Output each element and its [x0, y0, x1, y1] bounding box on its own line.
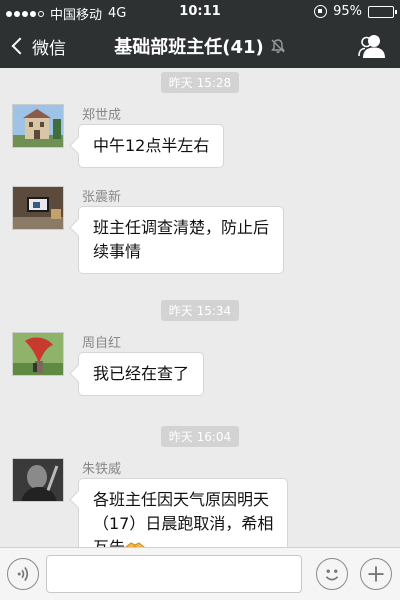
message-bubble[interactable]: 各班主任因天气原因明天 （17）日晨跑取消，希相 互告 [78, 478, 289, 547]
message-text-line: 班主任调查清楚，防止后 [93, 218, 270, 237]
avatar[interactable] [12, 186, 64, 230]
message-item: 周自红 我已经在查了 [12, 332, 392, 396]
message-text-fragment: 互告 [93, 538, 125, 547]
status-bar: 中国移动 4G 10:11 95% [0, 0, 400, 24]
chat-messages[interactable]: 昨天 15:28 郑世成 中午12点半左右 张震新 班主任调查清楚，防止后 续事… [0, 68, 400, 547]
message-item: 朱铁威 各班主任因天气原因明天 （17）日晨跑取消，希相 互告 [12, 458, 392, 547]
battery-icon [368, 5, 397, 18]
voice-icon[interactable] [7, 558, 39, 590]
timestamp-label: 昨天 15:28 [160, 72, 240, 93]
message-text-line: 续事情 [93, 242, 142, 261]
plus-icon[interactable] [360, 558, 392, 590]
avatar[interactable] [12, 104, 64, 148]
sender-name: 郑世成 [82, 108, 122, 123]
group-members-icon[interactable] [358, 33, 386, 59]
message-item: 郑世成 中午12点半左右 [12, 104, 392, 168]
avatar-portrait-image [13, 459, 63, 501]
message-input[interactable] [46, 555, 302, 593]
avatar[interactable] [12, 458, 64, 502]
rotation-lock-icon [314, 5, 328, 18]
sender-name: 周自红 [82, 336, 122, 351]
status-right: 95% [314, 4, 397, 19]
message-text-line: 互告 [93, 536, 273, 547]
avatar[interactable] [12, 332, 64, 376]
chat-title-group: 基础部班主任(41) [0, 24, 400, 68]
sender-name: 张震新 [82, 190, 122, 205]
battery-percent: 95% [333, 4, 362, 19]
handshake-emoji [125, 542, 145, 547]
message-text: 我已经在查了 [93, 364, 190, 383]
timestamp-label: 昨天 15:34 [160, 300, 240, 321]
message-text-line: 各班主任因天气原因明天 [93, 490, 270, 509]
message-bubble[interactable]: 中午12点半左右 [78, 124, 225, 168]
message-item: 张震新 班主任调查清楚，防止后 续事情 [12, 186, 392, 274]
timestamp: 昨天 15:34 [0, 300, 400, 321]
avatar-sculpture-image [13, 333, 63, 375]
message-text: 中午12点半左右 [93, 136, 210, 155]
message-bubble[interactable]: 班主任调查清楚，防止后 续事情 [78, 206, 285, 274]
chat-header: 微信 基础部班主任(41) [0, 24, 400, 68]
timestamp: 昨天 16:04 [0, 426, 400, 447]
timestamp-label: 昨天 16:04 [160, 426, 240, 447]
message-bubble[interactable]: 我已经在查了 [78, 352, 205, 396]
chat-title: 基础部班主任(41) [114, 37, 264, 58]
mute-icon [270, 39, 285, 53]
avatar-tv-image [13, 187, 63, 229]
message-input-bar [0, 547, 400, 600]
avatar-house-image [13, 105, 63, 147]
timestamp: 昨天 15:28 [0, 72, 400, 93]
message-text-line: （17）日晨跑取消，希相 [93, 514, 274, 533]
sender-name: 朱铁威 [82, 462, 122, 477]
emoji-icon[interactable] [316, 558, 348, 590]
